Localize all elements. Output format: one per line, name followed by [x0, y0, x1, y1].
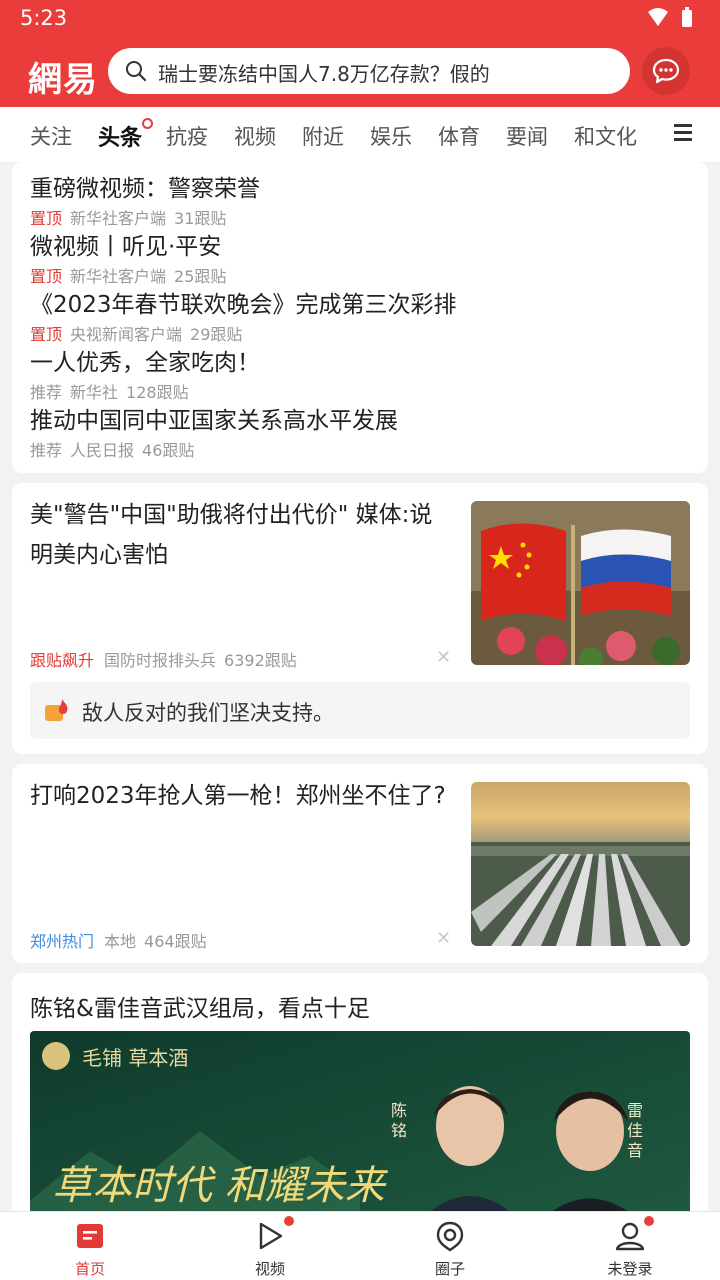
- nav-home[interactable]: 首页: [30, 1212, 150, 1280]
- news-card[interactable]: 打响2023年抢人第一枪！郑州坐不住了? 郑州热门 本地 464跟贴 ✕: [12, 764, 708, 963]
- message-button[interactable]: [642, 47, 690, 95]
- news-card[interactable]: 美"警告"中国"助俄将付出代价" 媒体:说明美内心害怕 跟贴飙升 国防时报排头兵 6…: [12, 483, 708, 754]
- news-source: 新华社客户端: [70, 209, 167, 228]
- nav-profile[interactable]: 未登录: [570, 1212, 690, 1280]
- fire-comment-icon: [45, 699, 68, 721]
- status-time: 5:23: [20, 6, 68, 30]
- comment-count: 25跟贴: [174, 267, 227, 286]
- list-item[interactable]: 重磅微视频：警察荣誉 置顶 新华社客户端 31跟贴: [30, 174, 690, 229]
- news-source: 人民日报: [70, 441, 135, 460]
- news-source: 新华社客户端: [70, 267, 167, 286]
- news-meta: 推荐 新华社 128跟贴: [30, 379, 690, 403]
- search-bar[interactable]: 瑞士要冻结中国人7.8万亿存款？假的: [108, 48, 630, 94]
- nav-video[interactable]: 视频: [210, 1212, 330, 1280]
- news-title: 《2023年春节联欢晚会》完成第三次彩排: [30, 292, 457, 318]
- bottom-navigation: 首页 视频 圈子 未登录: [0, 1211, 720, 1280]
- dismiss-icon[interactable]: ✕: [436, 928, 451, 949]
- wifi-battery-icon: [648, 7, 692, 27]
- ad-brand-text: 毛铺 草本酒: [82, 1046, 189, 1070]
- news-title: 重磅微视频：警察荣誉: [30, 176, 260, 202]
- nav-circle[interactable]: 圈子: [390, 1212, 510, 1280]
- news-source: 国防时报排头兵: [104, 651, 217, 670]
- news-meta: 置顶 新华社客户端 31跟贴: [30, 205, 690, 229]
- news-meta: 置顶 央视新闻客户端 29跟贴: [30, 321, 690, 345]
- search-placeholder: 瑞士要冻结中国人7.8万亿存款？假的: [158, 62, 490, 86]
- hot-comment[interactable]: 敌人反对的我们坚决支持。: [30, 682, 690, 739]
- news-title: 美"警告"中国"助俄将付出代价" 媒体:说明美内心害怕: [30, 502, 433, 568]
- ad-slogan-text: 草本时代 和耀未来: [52, 1163, 385, 1209]
- status-icons: [642, 6, 702, 30]
- pin-tag: 置顶: [30, 325, 63, 344]
- list-item[interactable]: 《2023年春节联欢晚会》完成第三次彩排 置顶 央视新闻客户端 29跟贴: [30, 290, 690, 345]
- feature-title: 陈铭&雷佳音武汉组局，看点十足: [30, 996, 370, 1022]
- news-meta: 郑州热门 本地 464跟贴: [30, 928, 207, 952]
- comment-count: 29跟贴: [190, 325, 243, 344]
- netease-logo[interactable]: 網易: [28, 52, 98, 101]
- news-title: 推动中国同中亚国家关系高水平发展: [30, 408, 398, 434]
- hot-tag: 跟贴飙升: [30, 651, 95, 670]
- news-thumbnail[interactable]: [471, 501, 690, 665]
- comment-count: 46跟贴: [142, 441, 195, 460]
- news-title: 打响2023年抢人第一枪！郑州坐不住了?: [30, 783, 446, 809]
- hot-comment-text: 敌人反对的我们坚决支持。: [82, 701, 334, 725]
- news-source: 央视新闻客户端: [70, 325, 183, 344]
- comment-count: 31跟贴: [174, 209, 227, 228]
- nav-video-label: 视频: [254, 1260, 285, 1278]
- tab-headlines[interactable]: 头条: [98, 120, 142, 152]
- nav-circle-label: 圈子: [434, 1260, 465, 1278]
- list-item[interactable]: 推动中国同中亚国家关系高水平发展 推荐 人民日报 46跟贴: [30, 406, 690, 461]
- nav-home-label: 首页: [74, 1260, 105, 1278]
- tab-news[interactable]: 要闻: [506, 121, 548, 151]
- circle-icon: [436, 1221, 464, 1252]
- app-header: 5:23 網易 瑞士要冻结中国人7.8万亿存款？假的: [0, 0, 720, 107]
- list-item[interactable]: 微视频丨听见·平安 置顶 新华社客户端 25跟贴: [30, 232, 690, 287]
- channel-tabs: 关注 头条 抗疫 视频 附近 娱乐 体育 要闻 和文化: [0, 107, 720, 162]
- tab-nearby[interactable]: 附近: [302, 121, 344, 151]
- pin-tag: 置顶: [30, 209, 63, 228]
- dismiss-icon[interactable]: ✕: [436, 647, 451, 668]
- news-title: 一人优秀，全家吃肉！: [30, 350, 260, 376]
- home-icon: [77, 1224, 103, 1248]
- status-bar: 5:23: [0, 0, 720, 36]
- nav-profile-label: 未登录: [607, 1260, 653, 1278]
- news-title: 微视频丨听见·平安: [30, 234, 222, 260]
- tab-culture[interactable]: 和文化: [574, 121, 637, 151]
- nav-video-badge: [284, 1216, 294, 1226]
- menu-icon[interactable]: [674, 124, 692, 144]
- flags-image: [471, 501, 690, 665]
- news-source: 新华社: [70, 383, 119, 402]
- rail-yard-image: [471, 782, 690, 946]
- local-tag: 郑州热门: [30, 932, 95, 951]
- news-meta: 置顶 新华社客户端 25跟贴: [30, 263, 690, 287]
- list-item[interactable]: 一人优秀，全家吃肉！ 推荐 新华社 128跟贴: [30, 348, 690, 403]
- recommend-tag: 推荐: [30, 441, 63, 460]
- tab-video[interactable]: 视频: [234, 121, 276, 151]
- person-right-name: 雷佳音: [626, 1101, 643, 1160]
- tab-follow[interactable]: 关注: [30, 121, 72, 151]
- news-meta: 跟贴飙升 国防时报排头兵 6392跟贴: [30, 647, 297, 671]
- news-source: 本地: [104, 932, 137, 951]
- news-thumbnail[interactable]: [471, 782, 690, 946]
- play-icon: [259, 1222, 283, 1250]
- person-left-name: 陈铭: [390, 1101, 407, 1140]
- tab-entertainment[interactable]: 娱乐: [370, 121, 412, 151]
- chat-bubble-icon: [652, 58, 680, 84]
- feature-card[interactable]: 陈铭&雷佳音武汉组局，看点十足 毛铺 草本酒 草本时代 和耀未来 陈铭 雷佳音: [12, 973, 708, 1231]
- nav-profile-badge: [644, 1216, 654, 1226]
- user-icon: [615, 1222, 645, 1251]
- tab-sports[interactable]: 体育: [438, 121, 480, 151]
- comment-count: 464跟贴: [144, 932, 207, 951]
- pinned-news-card: 重磅微视频：警察荣誉 置顶 新华社客户端 31跟贴 微视频丨听见·平安 置顶 新华社客…: [12, 162, 708, 473]
- tab-epidemic[interactable]: 抗疫: [166, 121, 208, 151]
- tab-new-dot: [142, 118, 153, 129]
- search-icon: [126, 61, 147, 82]
- feature-ad-image[interactable]: 毛铺 草本酒 草本时代 和耀未来 陈铭 雷佳音: [30, 1031, 690, 1231]
- comment-count: 6392跟贴: [224, 651, 297, 670]
- comment-count: 128跟贴: [126, 383, 189, 402]
- pin-tag: 置顶: [30, 267, 63, 286]
- recommend-tag: 推荐: [30, 383, 63, 402]
- news-meta: 推荐 人民日报 46跟贴: [30, 437, 690, 461]
